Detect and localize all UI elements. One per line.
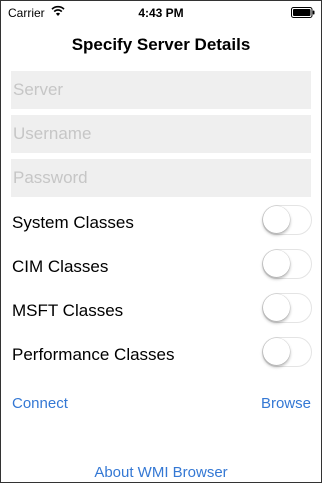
connect-button[interactable]: Connect (12, 395, 68, 412)
browse-button[interactable]: Browse (261, 395, 311, 412)
performance-classes-switch[interactable] (262, 337, 312, 367)
status-bar: Carrier 4:43 PM (1, 1, 321, 23)
battery-full-icon (291, 7, 315, 18)
performance-classes-label: Performance Classes (12, 345, 175, 364)
switch-knob (263, 338, 290, 365)
system-classes-label: System Classes (12, 213, 134, 232)
cim-classes-switch[interactable] (262, 249, 312, 279)
about-button[interactable]: About WMI Browser (1, 464, 321, 481)
cim-classes-label: CIM Classes (12, 257, 109, 276)
switch-knob (263, 294, 290, 321)
page-title: Specify Server Details (71, 35, 251, 54)
status-time: 4:43 PM (138, 6, 184, 20)
app-window: Carrier 4:43 PM Specify Server Details S… (0, 0, 322, 483)
switch-knob (263, 250, 290, 277)
msft-classes-label: MSFT Classes (12, 301, 124, 320)
switch-knob (263, 206, 290, 233)
server-input[interactable] (11, 71, 311, 109)
msft-classes-switch[interactable] (262, 293, 312, 323)
password-input[interactable] (11, 159, 311, 197)
system-classes-switch[interactable] (262, 205, 312, 235)
username-input[interactable] (11, 115, 311, 153)
